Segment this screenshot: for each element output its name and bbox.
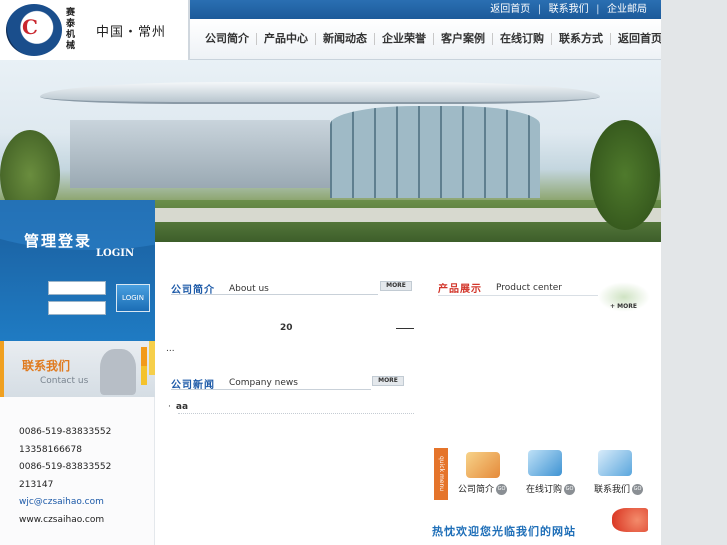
login-button[interactable]: LOGIN [116, 284, 150, 312]
products-more-label[interactable]: MORE [617, 303, 637, 310]
quick-menu-tag: quick menu [434, 448, 448, 500]
login-panel: 管理登录 LOGIN LOGIN [0, 200, 155, 341]
login-subtitle: LOGIN [96, 248, 135, 259]
about-snippet-ellipsis: ... [166, 344, 175, 354]
products-divider [438, 295, 598, 296]
logo-area: C 赛泰机械 中国・常州 [0, 0, 189, 60]
go-icon[interactable]: GO [632, 484, 644, 495]
top-separator: | [596, 4, 600, 15]
login-title: 管理登录 [24, 232, 93, 250]
main-nav: 公司简介 产品中心 新闻动态 企业荣誉 客户案例 在线订购 联系方式 返回首页 [190, 19, 661, 60]
page-background [661, 0, 727, 545]
chart-icon[interactable] [598, 450, 632, 476]
username-input[interactable] [48, 281, 106, 295]
news-item-title[interactable]: aa [176, 402, 188, 412]
contact-title: 联系我们 [22, 359, 71, 373]
news-divider [171, 389, 371, 390]
nav-item-products[interactable]: 产品中心 [257, 33, 316, 45]
logo-letter: C [22, 15, 38, 39]
quick-link-contact[interactable]: 联系我们 GO [594, 482, 644, 495]
password-input[interactable] [48, 301, 106, 315]
nav-item-contact[interactable]: 联系方式 [552, 33, 611, 45]
products-subtitle: Product center [496, 283, 562, 293]
quick-link-order-label[interactable]: 在线订购 [526, 485, 562, 495]
top-link-contact[interactable]: 联系我们 [549, 4, 589, 15]
contact-decor-bar [141, 347, 147, 385]
news-more-button[interactable]: MORE [372, 376, 404, 386]
about-divider [171, 294, 378, 295]
banner-glass-hall [330, 106, 540, 198]
nav-item-news[interactable]: 新闻动态 [316, 33, 375, 45]
quick-link-order[interactable]: 在线订购 GO [526, 482, 576, 495]
about-subtitle: About us [229, 284, 269, 294]
about-snippet-dash [396, 328, 414, 329]
contact-fax: 0086-519-83833552 [19, 462, 112, 472]
quick-link-about-label[interactable]: 公司简介 [458, 485, 494, 495]
contact-decor-bar [149, 341, 155, 375]
brand-vertical-name: 赛泰机械 [66, 8, 76, 51]
brand-city: 中国・常州 [96, 25, 167, 40]
nav-item-home[interactable]: 返回首页 [611, 33, 661, 45]
page: C 赛泰机械 中国・常州 返回首页 | 联系我们 | 企业邮局 公司简介 产品中… [0, 0, 661, 545]
nav-item-order[interactable]: 在线订购 [493, 33, 552, 45]
nav-item-honors[interactable]: 企业荣誉 [375, 33, 434, 45]
contact-details: 0086-519-83833552 13358166678 0086-519-8… [0, 397, 155, 545]
news-item-divider [178, 413, 414, 414]
contact-person-icon [100, 349, 136, 395]
book-icon[interactable] [466, 452, 500, 478]
contact-website[interactable]: www.czsaihao.com [19, 515, 104, 525]
top-utility-bar: 返回首页 | 联系我们 | 企业邮局 [190, 0, 661, 19]
contact-header: 联系我们 Contact us [0, 341, 155, 397]
banner-tree [590, 120, 660, 230]
nav-item-cases[interactable]: 客户案例 [434, 33, 493, 45]
quick-link-about[interactable]: 公司简介 GO [458, 482, 508, 495]
products-title: 产品展示 [438, 284, 482, 295]
top-link-mail[interactable]: 企业邮局 [607, 4, 647, 15]
news-subtitle: Company news [229, 378, 298, 388]
banner-path [145, 208, 661, 222]
products-more-button[interactable]: + MORE [610, 303, 637, 310]
top-separator: | [537, 4, 542, 15]
contact-email[interactable]: wjc@czsaihao.com [19, 497, 104, 507]
computer-icon[interactable] [528, 450, 562, 476]
go-icon[interactable]: GO [564, 484, 576, 495]
about-more-button[interactable]: MORE [380, 281, 412, 291]
news-list-item[interactable]: · aa [168, 402, 188, 412]
go-icon[interactable]: GO [496, 484, 508, 495]
quick-link-contact-label[interactable]: 联系我们 [594, 485, 630, 495]
banner-building [70, 120, 330, 188]
contact-postcode: 213147 [19, 480, 54, 490]
about-snippet-number: 20 [280, 323, 293, 333]
banner-roof [40, 82, 600, 104]
top-link-home[interactable]: 返回首页 [490, 4, 530, 15]
contact-phone: 0086-519-83833552 [19, 427, 112, 437]
megaphone-icon [612, 508, 648, 532]
welcome-banner: 热忱欢迎您光临我们的网站 [432, 525, 576, 538]
contact-mobile: 13358166678 [19, 445, 82, 455]
nav-item-about[interactable]: 公司简介 [198, 33, 257, 45]
bullet-icon: · [168, 402, 171, 412]
contact-subtitle: Contact us [40, 376, 89, 386]
